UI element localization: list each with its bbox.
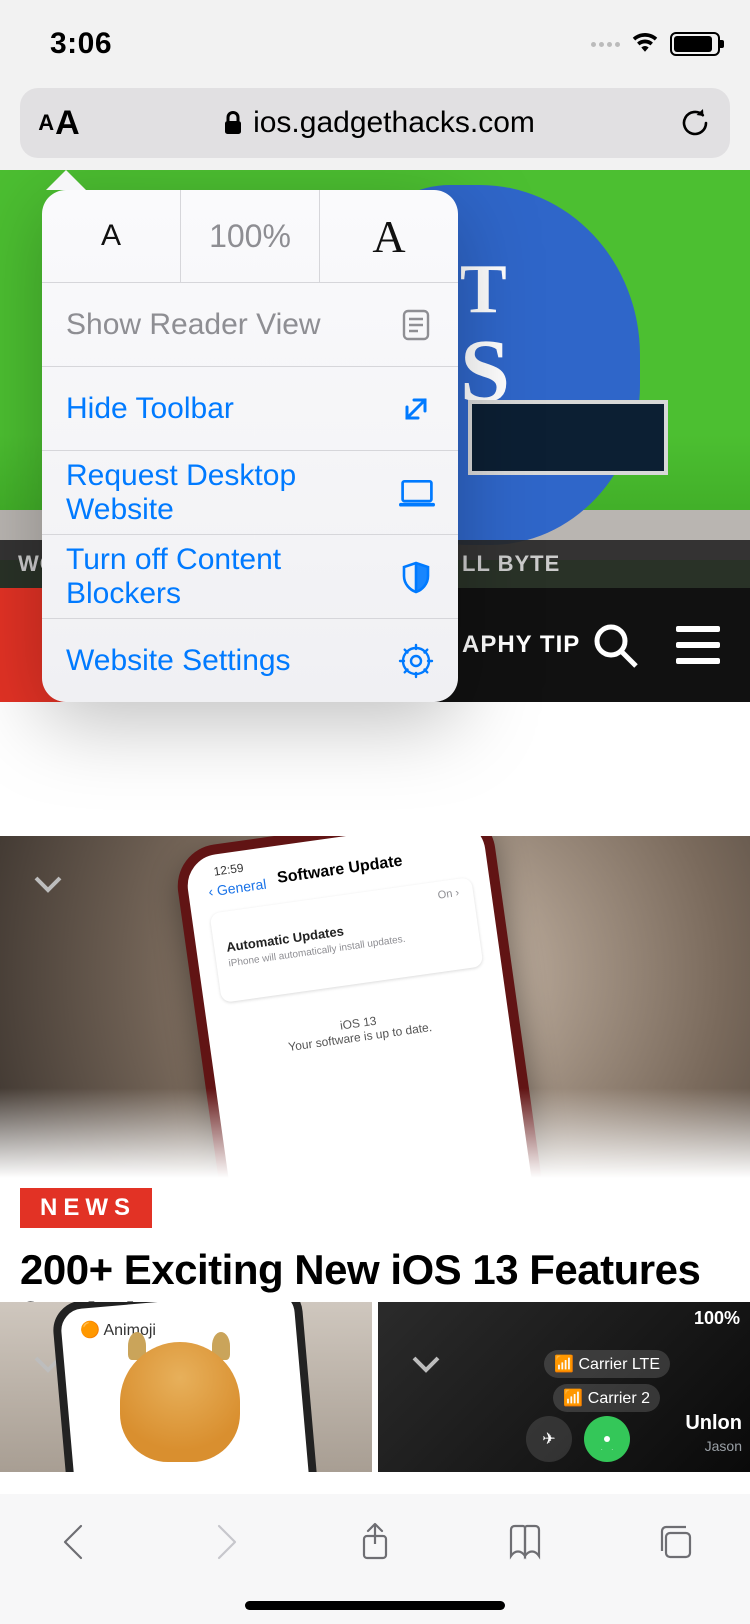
thumb-carrier-pill: 📶 Carrier 2: [553, 1384, 660, 1412]
airplane-toggle-icon: ✈: [526, 1416, 572, 1462]
status-time: 3:06: [50, 27, 112, 61]
zoom-in-button[interactable]: A: [320, 190, 458, 282]
reload-button[interactable]: [660, 88, 730, 158]
website-settings-item[interactable]: Website Settings: [42, 618, 458, 702]
thumb-text: Unlon: [685, 1412, 742, 1435]
lock-icon: [223, 110, 243, 136]
text-size-small-a: A: [38, 110, 54, 136]
menu-label: Request Desktop Website: [66, 459, 398, 527]
home-indicator[interactable]: [245, 1601, 505, 1610]
share-button[interactable]: [335, 1512, 415, 1572]
status-indicators: [591, 31, 720, 58]
text-size-button[interactable]: AA: [20, 88, 98, 158]
strip-text-right: LL BYTE: [462, 551, 560, 577]
phone-mockup: 12:59 ‹ General Software Update On › Aut…: [172, 836, 547, 1178]
status-bar: 3:06: [0, 0, 750, 88]
gear-icon: [396, 641, 436, 681]
chevron-down-icon: [30, 866, 66, 907]
thumbnail-item[interactable]: 🟠 Animoji: [0, 1302, 372, 1472]
mock-time: 12:59: [213, 861, 245, 879]
menu-button[interactable]: [676, 588, 720, 702]
content-blockers-item[interactable]: Turn off Content Blockers: [42, 534, 458, 618]
mock-title: Software Update: [276, 852, 404, 887]
tablet-graphic: [468, 400, 668, 475]
mock-back: ‹ General: [207, 876, 267, 900]
url-text: ios.gadgethacks.com: [253, 106, 535, 140]
expand-icon: [396, 389, 436, 429]
shield-icon: [397, 557, 436, 597]
zoom-level-display[interactable]: 100%: [181, 190, 320, 282]
page-content: T S WO LL BYTE APHY TIP 12:59 ‹ General …: [0, 170, 750, 1494]
desktop-icon: [398, 473, 436, 513]
back-button[interactable]: [35, 1512, 115, 1572]
hotspot-toggle-icon: [584, 1416, 630, 1462]
bookmarks-button[interactable]: [485, 1512, 565, 1572]
menu-label: Show Reader View: [66, 308, 321, 342]
cell-signal-dots: [591, 42, 620, 47]
category-badge[interactable]: NEWS: [20, 1188, 152, 1228]
zoom-out-button[interactable]: A: [42, 190, 181, 282]
url-display[interactable]: ios.gadgethacks.com: [98, 106, 660, 140]
battery-icon: [670, 32, 720, 56]
article-thumbnails: 🟠 Animoji 100% 📶 Carrier LTE 📶 Carrier 2…: [0, 1302, 750, 1472]
mock-on: On ›: [437, 887, 460, 902]
zoom-small-label: A: [101, 219, 121, 253]
menu-label: Website Settings: [66, 644, 291, 678]
animoji-graphic: [120, 1342, 240, 1462]
article-hero-image[interactable]: 12:59 ‹ General Software Update On › Aut…: [0, 836, 750, 1178]
search-button[interactable]: [590, 588, 640, 702]
forward-button[interactable]: [185, 1512, 265, 1572]
wifi-icon: [630, 31, 660, 58]
thumb-carrier-pill: 📶 Carrier LTE: [544, 1350, 670, 1378]
thumb-label: 🟠 Animoji: [80, 1320, 156, 1340]
thumbnail-item[interactable]: 100% 📶 Carrier LTE 📶 Carrier 2 Unlon Jas…: [378, 1302, 750, 1472]
reader-icon: [396, 305, 436, 345]
tabs-button[interactable]: [635, 1512, 715, 1572]
graphic-letter: T: [460, 250, 507, 330]
menu-label: Turn off Content Blockers: [66, 543, 397, 611]
text-size-large-a: A: [55, 104, 80, 143]
zoom-controls: A 100% A: [42, 190, 458, 282]
hide-toolbar-item[interactable]: Hide Toolbar: [42, 366, 458, 450]
text-size-popover: A 100% A Show Reader View Hide Toolbar R…: [42, 170, 458, 702]
address-bar[interactable]: AA ios.gadgethacks.com: [20, 88, 730, 158]
thumb-text: Jason: [705, 1438, 742, 1454]
zoom-percent-label: 100%: [209, 218, 291, 255]
zoom-big-label: A: [372, 210, 405, 263]
show-reader-view-item[interactable]: Show Reader View: [42, 282, 458, 366]
thumb-percent: 100%: [694, 1308, 740, 1329]
chevron-down-icon: [408, 1346, 444, 1387]
request-desktop-item[interactable]: Request Desktop Website: [42, 450, 458, 534]
menu-label: Hide Toolbar: [66, 392, 234, 426]
nav-link-partial[interactable]: APHY TIP: [462, 588, 580, 702]
